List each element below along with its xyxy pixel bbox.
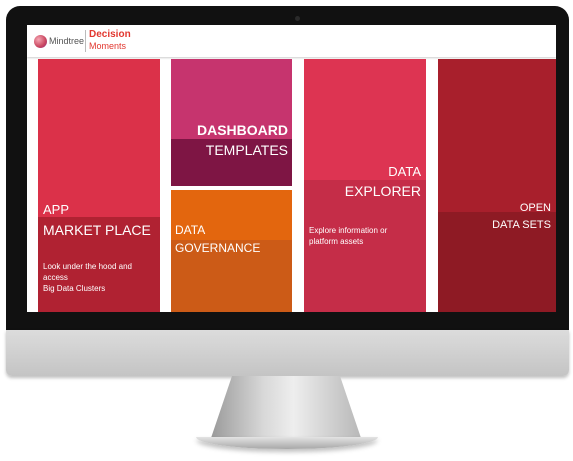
tile-title-line1: OPEN bbox=[519, 202, 551, 214]
monitor-base bbox=[196, 437, 378, 449]
tile-description-line1: Look under the hood and access bbox=[43, 262, 132, 282]
screen: Mindtree Decision Moments APP MARKET PLA… bbox=[27, 25, 556, 312]
tile-data-explorer[interactable]: DATA EXPLORER Explore information or pla… bbox=[304, 59, 426, 312]
tile-title-line1: DASHBOARD bbox=[197, 122, 288, 138]
mindtree-logo-icon bbox=[34, 35, 47, 48]
monitor-chin bbox=[6, 330, 569, 376]
app-header: Mindtree Decision Moments bbox=[27, 25, 556, 57]
tile-title-line2: GOVERNANCE bbox=[175, 241, 261, 255]
tile-open-data-sets[interactable]: OPEN DATA SETS bbox=[438, 59, 556, 312]
camera-icon bbox=[295, 16, 300, 21]
monitor-stand bbox=[211, 376, 361, 438]
tile-description: Look under the hood and access Big Data … bbox=[43, 261, 159, 294]
tile-title-line1: APP bbox=[43, 202, 70, 217]
mindtree-logo-text: Mindtree bbox=[49, 36, 85, 46]
brand-subtitle: Moments bbox=[89, 41, 127, 51]
tile-description-line2: Big Data Clusters bbox=[43, 284, 106, 293]
tile-title-line2: EXPLORER bbox=[344, 183, 421, 199]
tile-description: Explore information or platform assets bbox=[309, 225, 421, 247]
tile-data-governance[interactable]: DATA GOVERNANCE bbox=[171, 190, 292, 312]
tile-title-line1: DATA bbox=[388, 164, 421, 179]
tile-dashboard-templates[interactable]: DASHBOARD TEMPLATES bbox=[171, 59, 292, 186]
tile-title-line2: DATA SETS bbox=[492, 219, 551, 231]
brand-title: Decision bbox=[89, 29, 131, 40]
tile-title-line1: DATA bbox=[175, 223, 206, 237]
tile-description-line2: platform assets bbox=[309, 237, 364, 246]
tile-title-line2: TEMPLATES bbox=[205, 142, 288, 158]
logo-divider bbox=[85, 30, 86, 52]
tile-app-market-place[interactable]: APP MARKET PLACE Look under the hood and… bbox=[38, 59, 160, 312]
tile-description-line1: Explore information or bbox=[309, 226, 388, 235]
tile-title-line2: MARKET PLACE bbox=[43, 222, 151, 238]
